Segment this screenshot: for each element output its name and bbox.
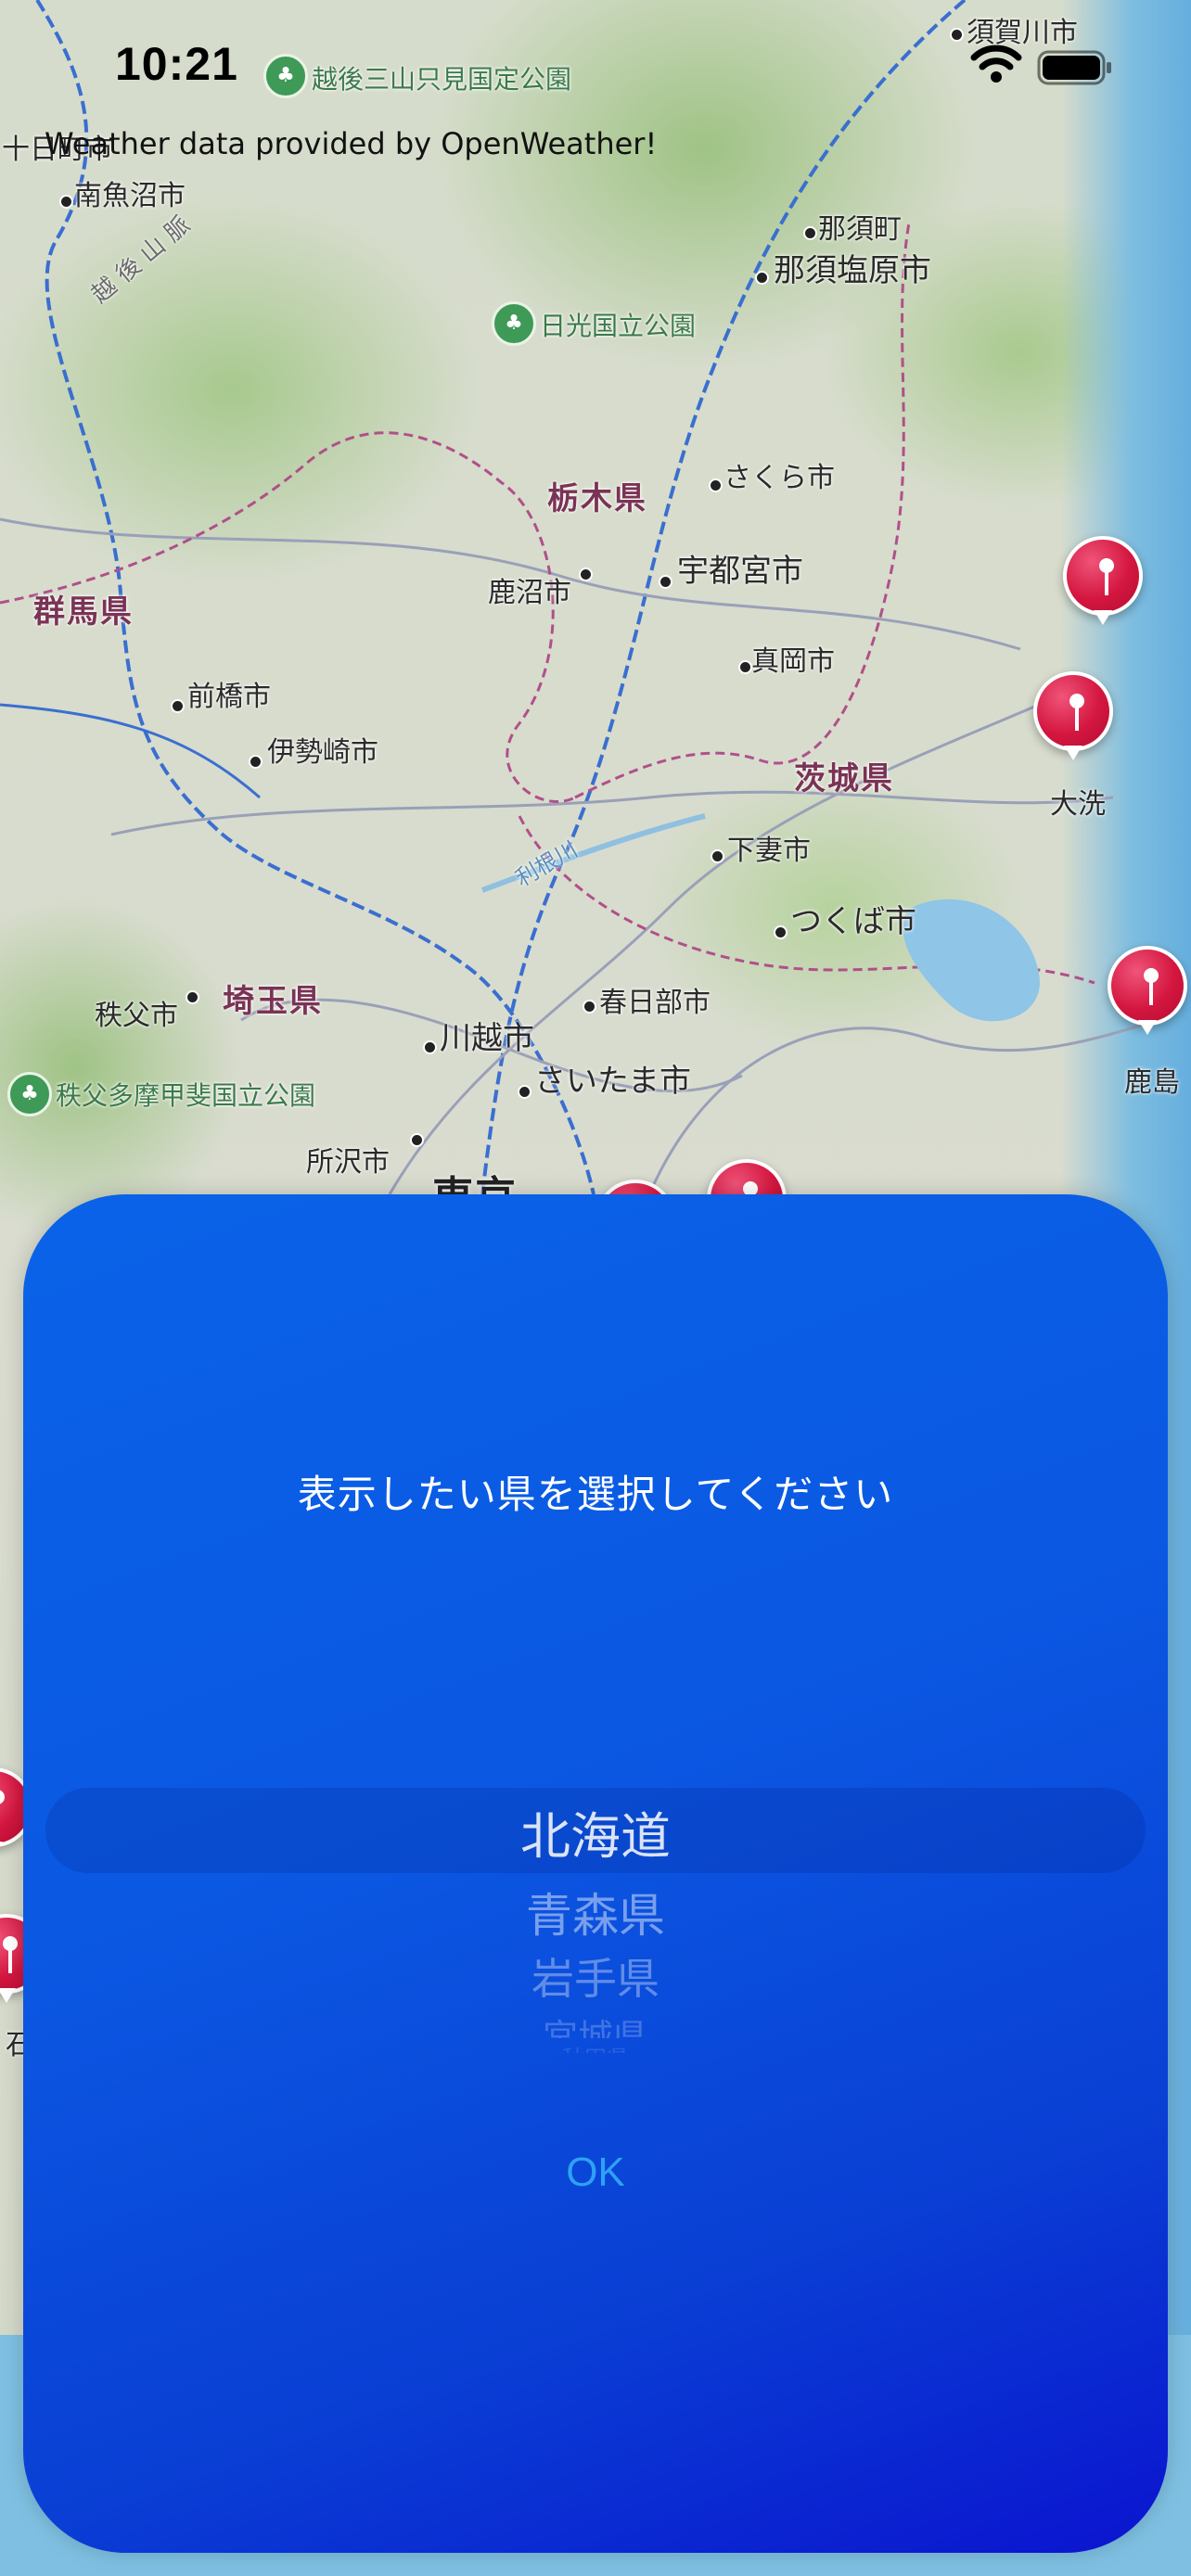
city-label: 那須塩原市 [774, 252, 931, 289]
city-label: 南魚沼市 [74, 180, 186, 212]
city-label: 所沢市 [306, 1146, 390, 1179]
city-dot [518, 1085, 531, 1099]
pin-head [1033, 671, 1113, 751]
weather-pin[interactable] [1063, 536, 1143, 629]
city-dot [249, 755, 263, 769]
picker-title: 表示したい県を選択してください [297, 1472, 894, 1517]
city-label: つくば市 [790, 903, 916, 940]
attribution-text: Weather data provided by OpenWeather! [45, 126, 658, 161]
city-label: 大洗 [1050, 788, 1106, 821]
picker-option[interactable]: 青森県 [45, 1879, 1146, 1945]
status-bar: 10:21 [0, 0, 1191, 139]
picker-option-selected[interactable]: 北海道 [45, 1795, 1146, 1868]
city-label: 伊勢崎市 [267, 736, 378, 769]
ok-button[interactable]: OK [503, 2140, 688, 2205]
city-dot [709, 478, 723, 492]
prefecture-picker-sheet: 表示したい県を選択してください 北海道 青森県 岩手県 宮城県 秋田県 OK [23, 1194, 1168, 2553]
prefecture-label: 栃木県 [547, 480, 647, 517]
park-tree-icon: ♣ [7, 1072, 52, 1116]
app-screen: ♣ 越後三山只見国定公園 ♣ 日光国立公園 ♣ 秩父多摩甲斐国立公園 須賀川市 … [0, 0, 1191, 2576]
city-dot [579, 567, 593, 581]
city-dot [171, 699, 185, 713]
picker-option[interactable]: 秋田県 [45, 2040, 1146, 2053]
weather-pin[interactable] [1033, 671, 1113, 764]
city-dot [755, 271, 769, 285]
prefecture-label: 茨城県 [794, 760, 894, 797]
city-label: 鹿島 [1124, 1066, 1180, 1099]
prefecture-label: 群馬県 [33, 593, 134, 631]
city-label: 鹿沼市 [488, 577, 571, 609]
picker-option[interactable]: 岩手県 [45, 1945, 1146, 2007]
city-dot [774, 925, 788, 939]
city-label: さいたま市 [534, 1063, 691, 1100]
city-dot [59, 195, 73, 209]
battery-icon [1037, 50, 1111, 85]
weather-pin[interactable] [1108, 946, 1187, 1039]
city-label: 那須町 [818, 213, 902, 246]
city-dot [583, 1000, 596, 1014]
city-dot [423, 1040, 437, 1054]
city-label: 秩父市 [95, 1000, 178, 1032]
city-label: さくら市 [724, 462, 835, 494]
city-label: 川越市 [440, 1020, 534, 1057]
city-label: 前橋市 [187, 681, 271, 713]
city-dot [711, 849, 724, 863]
status-time: 10:21 [115, 38, 238, 90]
prefecture-label: 埼玉県 [223, 983, 323, 1020]
pin-head [1108, 946, 1187, 1026]
city-label: 下妻市 [727, 835, 811, 867]
prefecture-picker[interactable]: 北海道 青森県 岩手県 宮城県 秋田県 [45, 1788, 1146, 2066]
park-label: 日光国立公園 [540, 311, 697, 341]
city-label: 真岡市 [751, 645, 835, 678]
city-dot [803, 226, 817, 240]
city-label: 春日部市 [599, 987, 711, 1019]
picker-option[interactable]: 宮城県 [45, 2009, 1146, 2038]
park-label: 秩父多摩甲斐国立公園 [56, 1080, 316, 1111]
city-dot [410, 1133, 424, 1147]
city-dot [186, 990, 199, 1004]
pin-head [1063, 536, 1143, 616]
city-label: 宇都宮市 [677, 553, 803, 590]
city-dot [738, 660, 752, 674]
park-tree-icon: ♣ [492, 301, 536, 346]
city-dot [659, 575, 672, 589]
wifi-icon [970, 45, 1022, 83]
